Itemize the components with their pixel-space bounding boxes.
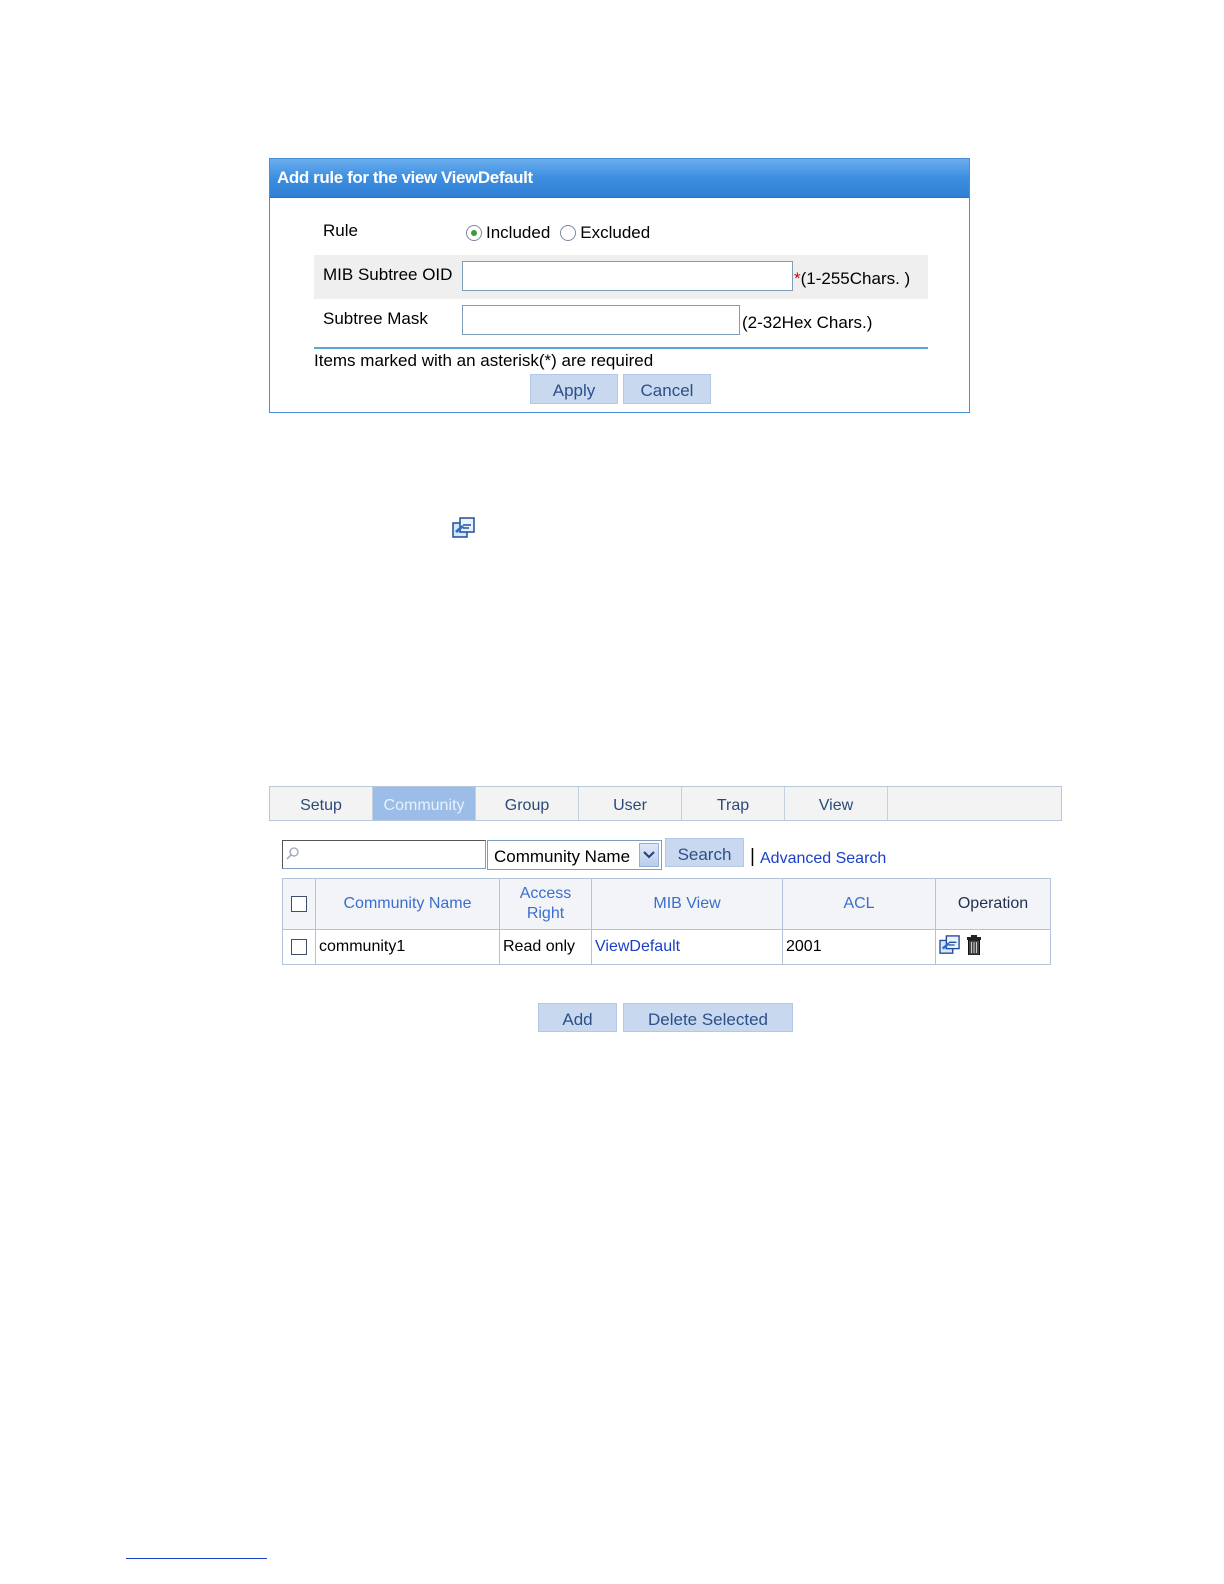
tab-setup[interactable]: Setup	[270, 787, 373, 820]
excluded-radio-label[interactable]: Excluded	[580, 223, 650, 243]
row-checkbox[interactable]	[290, 938, 307, 955]
cell-access-right: Read only	[499, 929, 592, 965]
snmp-tabs: Setup Community Group User Trap View	[269, 786, 1062, 821]
included-radio[interactable]	[466, 225, 482, 241]
mask-input[interactable]	[462, 305, 740, 335]
col-acl[interactable]: ACL	[782, 878, 936, 930]
mask-label: Subtree Mask	[323, 309, 428, 328]
tab-user[interactable]: User	[579, 787, 682, 820]
rule-label: Rule	[323, 221, 358, 240]
rule-radio-group: Included Excluded	[466, 223, 660, 243]
rule-row: Rule Included Excluded	[314, 211, 928, 255]
delete-selected-button[interactable]: Delete Selected	[623, 1003, 793, 1032]
tab-view[interactable]: View	[785, 787, 888, 820]
cell-operation	[935, 929, 1051, 965]
community-table: Community Name Access Right MIB View ACL…	[282, 878, 1051, 965]
apply-button[interactable]: Apply	[530, 374, 618, 404]
tab-community[interactable]: Community	[373, 787, 476, 820]
oid-hint: *(1-255Chars. )	[794, 269, 910, 289]
add-rule-dialog: Add rule for the view ViewDefault Rule I…	[269, 158, 970, 413]
select-all-checkbox[interactable]	[290, 895, 307, 912]
required-note: Items marked with an asterisk(*) are req…	[314, 351, 654, 370]
tab-group[interactable]: Group	[476, 787, 579, 820]
col-access-right[interactable]: Access Right	[499, 878, 592, 930]
cell-mib-view-link[interactable]: ViewDefault	[591, 929, 783, 965]
included-radio-label[interactable]: Included	[486, 223, 550, 243]
mask-row: Subtree Mask (2-32Hex Chars.)	[314, 299, 928, 343]
col-operation: Operation	[935, 878, 1051, 930]
cell-acl: 2001	[782, 929, 936, 965]
required-asterisk: *	[794, 269, 801, 288]
footnote-divider	[126, 1558, 267, 1559]
table-header-row: Community Name Access Right MIB View ACL…	[282, 878, 1051, 930]
oid-hint-text: (1-255Chars. )	[800, 269, 911, 288]
mask-hint: (2-32Hex Chars.)	[742, 313, 873, 332]
col-access-right-label: Access Right	[519, 885, 572, 922]
col-community-name[interactable]: Community Name	[315, 878, 500, 930]
search-separator: |	[750, 846, 755, 867]
add-button[interactable]: Add	[538, 1003, 617, 1032]
chevron-down-icon[interactable]	[639, 843, 659, 867]
oid-row: MIB Subtree OID *(1-255Chars. )	[314, 255, 928, 299]
dialog-title: Add rule for the view ViewDefault	[270, 159, 969, 198]
oid-input[interactable]	[462, 261, 793, 291]
cancel-button[interactable]: Cancel	[623, 374, 711, 404]
advanced-search-link[interactable]: Advanced Search	[760, 850, 886, 868]
search-button[interactable]: Search	[665, 838, 744, 867]
excluded-radio[interactable]	[560, 225, 577, 241]
search-input[interactable]	[282, 840, 486, 869]
col-mib-view[interactable]: MIB View	[591, 878, 783, 930]
tab-trap[interactable]: Trap	[682, 787, 785, 820]
modify-icon[interactable]	[939, 934, 961, 960]
delete-icon[interactable]	[967, 934, 981, 960]
form-divider	[314, 347, 928, 349]
cell-community-name: community1	[315, 929, 500, 965]
select-all-cell	[282, 878, 316, 930]
search-field-value: Community Name	[494, 847, 631, 866]
search-icon	[286, 847, 300, 866]
row-checkbox-cell	[282, 929, 316, 965]
oid-label: MIB Subtree OID	[323, 265, 453, 284]
search-field-select[interactable]: Community Name	[487, 840, 662, 870]
rule-form: Rule Included Excluded MIB Subtree OID *…	[314, 211, 928, 370]
modify-icon	[452, 517, 476, 544]
table-row: community1 Read only ViewDefault 2001	[282, 929, 1051, 965]
